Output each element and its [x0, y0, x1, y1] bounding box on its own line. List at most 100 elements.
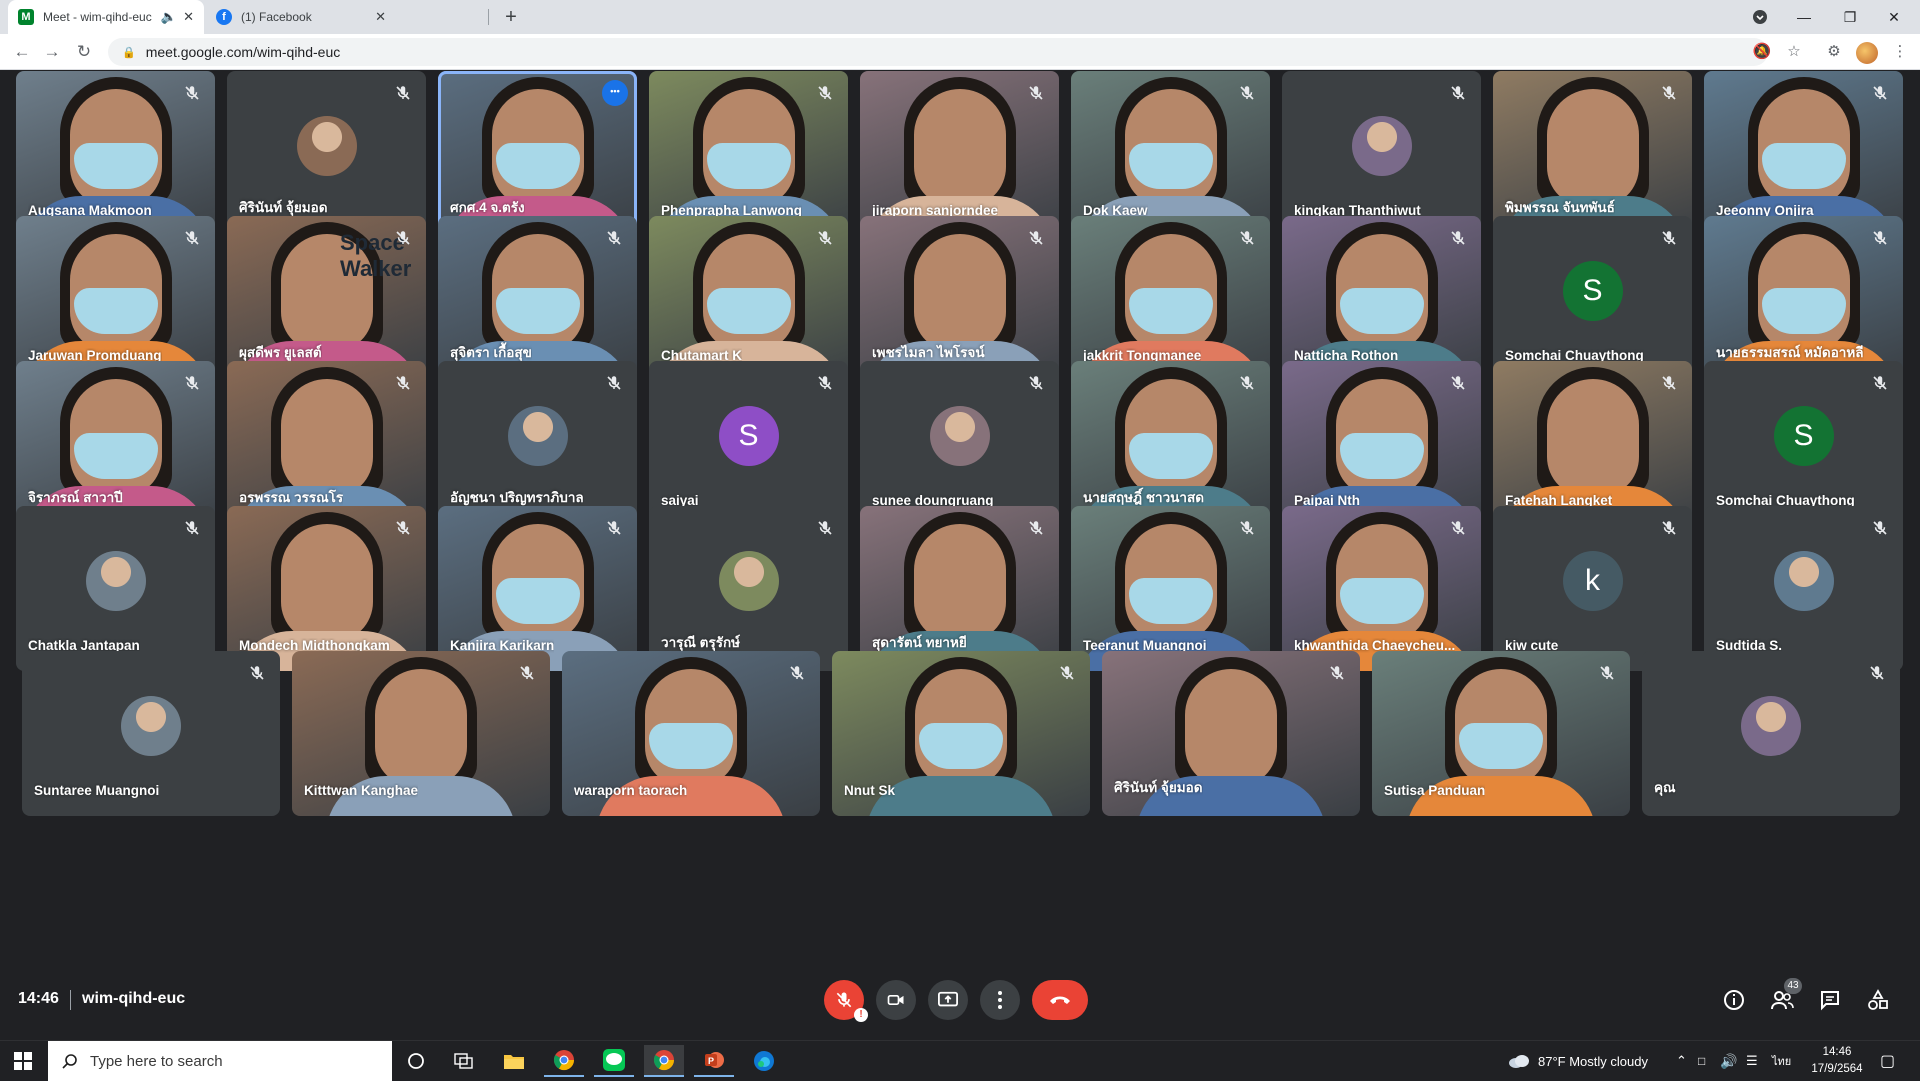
participant-tile[interactable]: ศิรินันท์ จุ้ยมอด — [1102, 651, 1360, 816]
activities-button[interactable] — [1862, 984, 1894, 1016]
file-explorer-button[interactable] — [494, 1045, 534, 1077]
participant-tile[interactable]: Suntaree Muangnoi — [22, 651, 280, 816]
participant-tile[interactable]: Nnut Sk — [832, 651, 1090, 816]
restore-button[interactable]: ❐ — [1828, 0, 1872, 34]
participant-grid: Augsana Makmoon ศิรินันท์ จุ้ยมอด ศกศ.4 จ.… — [0, 70, 1920, 960]
close-tab-icon[interactable]: ✕ — [375, 9, 386, 25]
tile-more-options-icon[interactable]: ••• — [602, 80, 628, 106]
close-window-button[interactable]: ✕ — [1872, 0, 1916, 34]
notifications-blocked-icon[interactable]: 🔕 — [1750, 40, 1774, 64]
participant-tile[interactable]: Sutisa Panduan — [1372, 651, 1630, 816]
taskbar-search-box[interactable]: Type here to search — [48, 1041, 392, 1081]
edge-taskbar-button[interactable] — [744, 1045, 784, 1077]
participant-tile[interactable]: คุณ — [1642, 651, 1900, 816]
volume-icon[interactable]: 🔊 — [1720, 1041, 1737, 1081]
participant-tile[interactable]: เพชรไมลา ไพโรจน์ — [860, 216, 1059, 381]
participant-tile[interactable]: Dok Kaew — [1071, 71, 1270, 236]
input-language-indicator[interactable]: ไทย — [1772, 1041, 1791, 1081]
participant-tile[interactable]: พิมพรรณ จันทพันธ์ — [1493, 71, 1692, 236]
participant-tile[interactable]: k kiw cute — [1493, 506, 1692, 671]
participant-tile[interactable]: khwanthida Chaeycheu... — [1282, 506, 1481, 671]
participant-tile[interactable]: waraporn taorach — [562, 651, 820, 816]
participant-tile[interactable]: นายธรรมสรณ์ หมัดอาหลี — [1704, 216, 1903, 381]
camera-toggle-button[interactable] — [876, 980, 916, 1020]
chrome-meet-taskbar-button[interactable] — [644, 1045, 684, 1077]
speaker-icon[interactable]: 🔈 — [161, 9, 177, 25]
participant-tile[interactable]: S Somchai Chuaythong — [1493, 216, 1692, 381]
participant-tile[interactable]: Chatkla Jantapan — [16, 506, 215, 671]
forward-button[interactable]: → — [40, 40, 64, 64]
participant-tile[interactable]: Chutamart K — [649, 216, 848, 381]
task-view-button[interactable] — [444, 1045, 484, 1077]
participant-tile[interactable]: นายสฤษฎิ์ ชาวนาสด — [1071, 361, 1270, 526]
participant-tile[interactable]: Fatehah Langket — [1493, 361, 1692, 526]
participant-tile[interactable]: Ssaiyai — [649, 361, 848, 526]
participant-tile[interactable]: วารุณี ตรุรักษ์ — [649, 506, 848, 671]
minimize-button[interactable]: — — [1782, 0, 1826, 34]
mic-muted-icon — [816, 229, 834, 247]
participant-tile[interactable]: jiraporn sanjorndee — [860, 71, 1059, 236]
lock-icon[interactable]: 🔒 — [122, 46, 136, 59]
show-hidden-icons-button[interactable]: ⌃ — [1676, 1041, 1687, 1081]
notification-center-icon[interactable]: ▢ — [1880, 1041, 1895, 1081]
participant-tile[interactable]: S Somchai Chuaythong — [1704, 361, 1903, 526]
wifi-icon[interactable]: ☰ — [1746, 1041, 1758, 1081]
extensions-icon[interactable]: ⚙ — [1822, 40, 1846, 64]
address-bar[interactable]: 🔒 meet.google.com/wim-qihd-euc — [108, 38, 1768, 66]
participant-tile[interactable]: Paipai Nth — [1282, 361, 1481, 526]
tab-facebook[interactable]: f (1) Facebook ✕ — [206, 0, 396, 34]
participant-tile[interactable]: Jaruwan Promduang — [16, 216, 215, 381]
participant-tile[interactable]: Natticha Rothon — [1282, 216, 1481, 381]
participant-letter-avatar: k — [1562, 550, 1623, 611]
close-tab-icon[interactable]: ✕ — [183, 9, 194, 25]
participant-tile[interactable]: Teeranut Muangnoi — [1071, 506, 1270, 671]
microphone-toggle-button[interactable]: ! — [824, 980, 868, 1022]
participant-tile[interactable]: Kitttwan Kanghae — [292, 651, 550, 816]
participant-tile[interactable]: Augsana Makmoon — [16, 71, 215, 236]
new-tab-button[interactable]: + — [498, 5, 524, 29]
people-button[interactable]: 43 — [1766, 978, 1802, 1016]
participant-tile[interactable]: Kanjira Karikarn — [438, 506, 637, 671]
weather-widget[interactable]: 87°F Mostly cloudy — [1508, 1041, 1648, 1081]
cortana-button[interactable] — [396, 1045, 436, 1077]
mic-muted-icon — [183, 374, 201, 392]
participant-name: สุจิตรา เกื้อสุข — [450, 345, 532, 360]
present-screen-button[interactable] — [928, 980, 968, 1020]
bookmark-star-icon[interactable]: ☆ — [1782, 40, 1806, 64]
participant-tile[interactable]: อัญชนา ปริญทราภิบาล — [438, 361, 637, 526]
back-button[interactable]: ← — [10, 40, 34, 64]
network-tray-icon[interactable]: □ — [1698, 1041, 1705, 1081]
tab-search-icon[interactable] — [1738, 0, 1782, 34]
participant-tile[interactable]: จิราภรณ์ สาวาปี — [16, 361, 215, 526]
tab-title: Meet - wim-qihd-euc — [43, 10, 152, 24]
participant-tile[interactable]: Phenprapha Lanwong — [649, 71, 848, 236]
participant-tile[interactable]: kingkan Thanthiwut — [1282, 71, 1481, 236]
more-options-button[interactable] — [980, 980, 1020, 1020]
profile-avatar[interactable] — [1856, 42, 1878, 64]
participant-tile[interactable]: Jeeonny Onjira — [1704, 71, 1903, 236]
tab-meet[interactable]: M Meet - wim-qihd-euc 🔈 ✕ — [8, 0, 204, 34]
participant-tile[interactable]: Mondech Midthongkam — [227, 506, 426, 671]
participant-tile[interactable]: สุดารัตน์ ทยาหยี — [860, 506, 1059, 671]
participant-tile[interactable]: ศิรินันท์ จุ้ยมอด — [227, 71, 426, 236]
powerpoint-taskbar-button[interactable]: P — [694, 1045, 734, 1077]
line-taskbar-button[interactable] — [594, 1045, 634, 1077]
facebook-icon: f — [216, 9, 232, 25]
browser-menu-icon[interactable]: ⋮ — [1888, 40, 1912, 64]
participant-tile[interactable]: สุจิตรา เกื้อสุข — [438, 216, 637, 381]
start-button[interactable] — [0, 1041, 46, 1081]
participant-tile[interactable]: อรพรรณ วรรณโร — [227, 361, 426, 526]
line-app-icon — [603, 1049, 625, 1071]
participant-tile[interactable]: jakkrit Tongmanee — [1071, 216, 1270, 381]
chrome-taskbar-button[interactable] — [544, 1045, 584, 1077]
participant-tile[interactable]: Sudtida S. — [1704, 506, 1903, 671]
system-clock[interactable]: 14:46 17/9/2564 — [1808, 1044, 1866, 1078]
participant-tile[interactable]: Space Walker ผุสดีพร ยูเลสต์ — [227, 216, 426, 381]
leave-call-button[interactable] — [1032, 980, 1088, 1020]
reload-button[interactable]: ↻ — [72, 40, 96, 64]
participant-tile[interactable]: ศกศ.4 จ.ตรัง ••• — [438, 71, 637, 236]
participant-tile[interactable]: sunee doungruang — [860, 361, 1059, 526]
participant-photo-avatar — [121, 695, 181, 756]
meeting-details-button[interactable] — [1718, 984, 1750, 1016]
chat-button[interactable] — [1814, 984, 1846, 1016]
